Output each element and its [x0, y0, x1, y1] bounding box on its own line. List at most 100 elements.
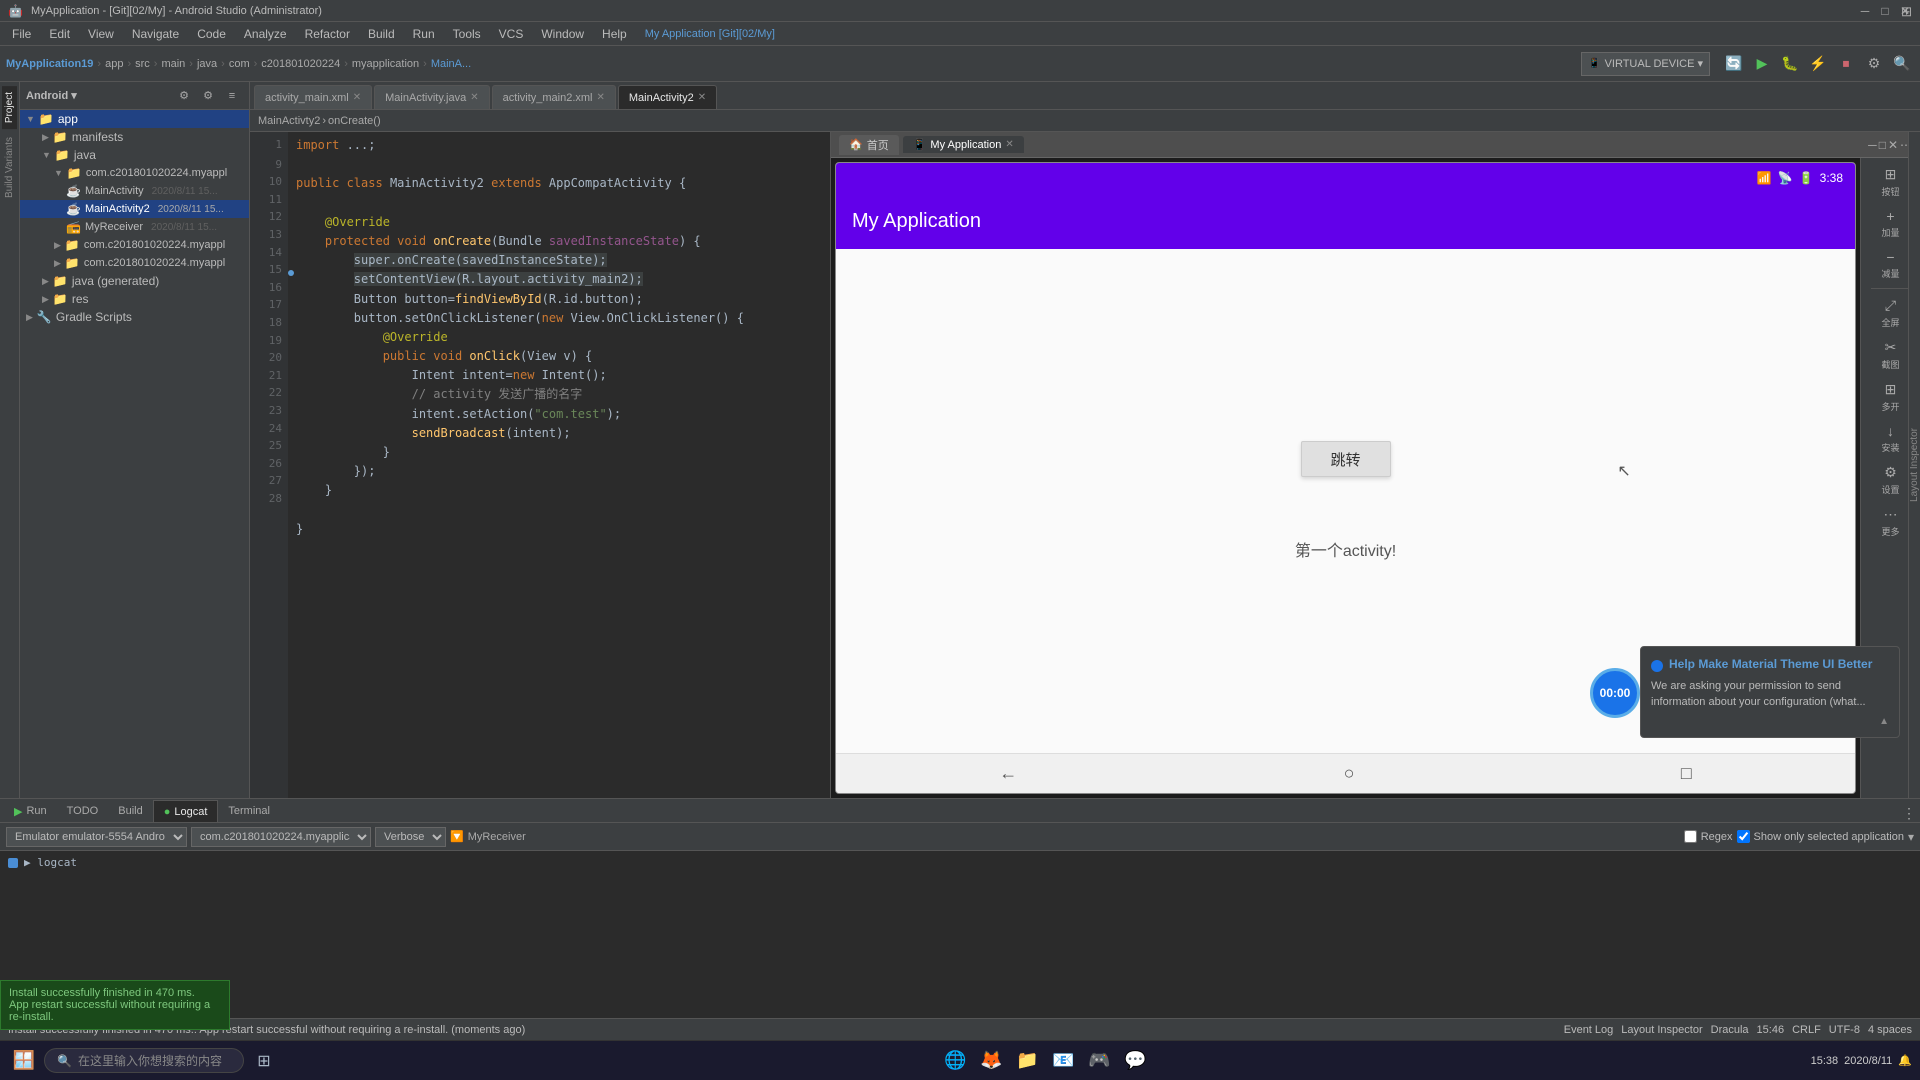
- nav-home[interactable]: ○: [1344, 763, 1355, 784]
- vtab-project[interactable]: Project: [2, 86, 17, 129]
- tree-item-com2[interactable]: ▶ 📁 com.c201801020224.myappl: [20, 236, 249, 254]
- tab-activity-main2-xml[interactable]: activity_main2.xml ✕: [492, 85, 616, 109]
- emu-close[interactable]: ✕: [1888, 138, 1898, 152]
- taskbar-chat[interactable]: 💬: [1119, 1045, 1151, 1077]
- minimize-button[interactable]: ─: [1858, 4, 1872, 18]
- project-more-btn[interactable]: ≡: [221, 85, 243, 107]
- log-level-selector[interactable]: Verbose: [375, 827, 446, 847]
- btn-vol-down[interactable]: − 减量: [1869, 245, 1913, 284]
- btn-screenshot[interactable]: ✂ 截图: [1869, 335, 1913, 375]
- taskbar-explorer[interactable]: 📁: [1011, 1045, 1043, 1077]
- close-tab-4[interactable]: ✕: [698, 92, 706, 103]
- profile-button[interactable]: ⚡: [1806, 52, 1830, 76]
- tree-item-java-gen[interactable]: ▶ 📁 java (generated): [20, 272, 249, 290]
- layout-inspector-link[interactable]: Layout Inspector: [1621, 1024, 1702, 1036]
- menu-build[interactable]: Build: [360, 25, 403, 43]
- menu-code[interactable]: Code: [189, 25, 234, 43]
- menu-edit[interactable]: Edit: [41, 25, 78, 43]
- menu-tools[interactable]: Tools: [445, 25, 489, 43]
- search-everywhere-button[interactable]: 🔍: [1890, 52, 1914, 76]
- taskbar-game[interactable]: 🎮: [1083, 1045, 1115, 1077]
- run-button[interactable]: ▶: [1750, 52, 1774, 76]
- event-log-link[interactable]: Event Log: [1564, 1024, 1614, 1036]
- tree-item-mainactivity2[interactable]: ☕ MainActivity2 2020/8/11 15...: [20, 200, 249, 218]
- vtab-build[interactable]: Build Variants: [2, 131, 17, 204]
- menu-navigate[interactable]: Navigate: [124, 25, 187, 43]
- tab-terminal[interactable]: Terminal: [218, 800, 280, 822]
- logcat-more-btn[interactable]: ▾: [1908, 830, 1914, 844]
- btn-more[interactable]: ⋯ 更多: [1869, 502, 1913, 542]
- theme-indicator: Dracula: [1711, 1024, 1749, 1036]
- close-tab-2[interactable]: ✕: [470, 92, 478, 103]
- tab-activity-main-xml[interactable]: activity_main.xml ✕: [254, 85, 372, 109]
- settings-button[interactable]: ⚙: [1862, 52, 1886, 76]
- taskbar-search[interactable]: 🔍 在这里输入你想搜索的内容: [44, 1048, 244, 1073]
- emulator-selector[interactable]: Emulator emulator-5554 Andro: [6, 827, 187, 847]
- show-selected-checkbox[interactable]: [1737, 830, 1750, 843]
- activity-text: 第一个activity!: [1295, 537, 1396, 561]
- start-button[interactable]: 🪟: [8, 1045, 40, 1077]
- nav-recents[interactable]: □: [1681, 763, 1692, 784]
- taskbar-firefox[interactable]: 🦊: [975, 1045, 1007, 1077]
- close-tab-1[interactable]: ✕: [353, 92, 361, 103]
- taskbar-notification[interactable]: 🔔: [1898, 1054, 1912, 1067]
- tree-item-com3[interactable]: ▶ 📁 com.c201801020224.myappl: [20, 254, 249, 272]
- tree-item-java[interactable]: ▼ 📁 java: [20, 146, 249, 164]
- menu-run[interactable]: Run: [405, 25, 443, 43]
- emu-minimize[interactable]: ─: [1868, 138, 1877, 152]
- timer-badge[interactable]: 00:00: [1590, 668, 1640, 718]
- maximize-button[interactable]: □: [1878, 4, 1892, 18]
- tab-todo[interactable]: TODO: [57, 800, 109, 822]
- taskbar-mail[interactable]: 📧: [1047, 1045, 1079, 1077]
- device-selector[interactable]: 📱 VIRTUAL DEVICE ▾: [1581, 52, 1710, 76]
- show-selected-checkbox-label[interactable]: Show only selected application: [1737, 830, 1904, 843]
- tab-build[interactable]: Build: [108, 800, 152, 822]
- stop-button[interactable]: ⏹: [1834, 52, 1858, 76]
- emu-tab-myapp[interactable]: 📱 My Application ✕: [903, 136, 1024, 153]
- btn-fullscreen[interactable]: ⤢ 全屏: [1869, 293, 1913, 333]
- tree-item-manifests[interactable]: ▶ 📁 manifests: [20, 128, 249, 146]
- close-tab-3[interactable]: ✕: [597, 92, 605, 103]
- bottom-panel-more[interactable]: ⋮: [1902, 805, 1916, 822]
- chrome-icon: 🌐: [944, 1050, 966, 1071]
- menu-help[interactable]: Help: [594, 25, 635, 43]
- close-emu-tab[interactable]: ✕: [1005, 139, 1013, 150]
- btn-install[interactable]: ↓ 安装: [1869, 419, 1913, 458]
- code-body[interactable]: import ...; public class MainActivity2 e…: [288, 132, 830, 798]
- project-settings-btn[interactable]: ⚙: [197, 85, 219, 107]
- menu-refactor[interactable]: Refactor: [297, 25, 358, 43]
- tab-mainactivity2[interactable]: MainActivity2 ✕: [618, 85, 717, 109]
- menu-view[interactable]: View: [80, 25, 122, 43]
- package-selector[interactable]: com.c201801020224.myapplicatio: [191, 827, 371, 847]
- menu-file[interactable]: File: [4, 25, 39, 43]
- tab-mainactivity-java[interactable]: MainActivity.java ✕: [374, 85, 490, 109]
- task-view-button[interactable]: ⊞: [248, 1045, 280, 1077]
- btn-multi[interactable]: ⊞ 多开: [1869, 377, 1913, 417]
- menu-vcs[interactable]: VCS: [491, 25, 532, 43]
- btn-settings[interactable]: ⚙ 设置: [1869, 460, 1913, 500]
- emu-tab-home[interactable]: 🏠 首页: [839, 135, 899, 155]
- tree-item-myreceiver[interactable]: 📻 MyReceiver 2020/8/11 15...: [20, 218, 249, 236]
- tree-item-gradle[interactable]: ▶ 🔧 Gradle Scripts: [20, 308, 249, 326]
- tree-item-res[interactable]: ▶ 📁 res: [20, 290, 249, 308]
- jump-button[interactable]: 跳转: [1301, 441, 1391, 477]
- btn-power[interactable]: ⊞ 按钮: [1869, 162, 1913, 202]
- debug-button[interactable]: 🐛: [1778, 52, 1802, 76]
- sync-button[interactable]: 🔄: [1722, 52, 1746, 76]
- layout-explorer-panel[interactable]: Layout Inspector: [1908, 132, 1920, 798]
- tab-run[interactable]: ▶ Run: [4, 800, 57, 822]
- emu-maximize[interactable]: □: [1879, 138, 1886, 152]
- tree-item-mainactivity[interactable]: ☕ MainActivity 2020/8/11 15...: [20, 182, 249, 200]
- tab-logcat[interactable]: ● Logcat: [153, 800, 219, 822]
- btn-vol-up[interactable]: + 加量: [1869, 204, 1913, 243]
- regex-checkbox[interactable]: [1684, 830, 1697, 843]
- tree-item-com1[interactable]: ▼ 📁 com.c201801020224.myappl: [20, 164, 249, 182]
- regex-checkbox-label[interactable]: Regex: [1684, 830, 1733, 843]
- nav-back[interactable]: ←: [999, 763, 1017, 784]
- menu-window[interactable]: Window: [533, 25, 592, 43]
- sync-project-btn[interactable]: ⚙: [173, 85, 195, 107]
- menu-analyze[interactable]: Analyze: [236, 25, 295, 43]
- filter-icon[interactable]: 🔽: [450, 830, 464, 843]
- taskbar-chrome[interactable]: 🌐: [939, 1045, 971, 1077]
- tree-item-app[interactable]: ▼ 📁 app: [20, 110, 249, 128]
